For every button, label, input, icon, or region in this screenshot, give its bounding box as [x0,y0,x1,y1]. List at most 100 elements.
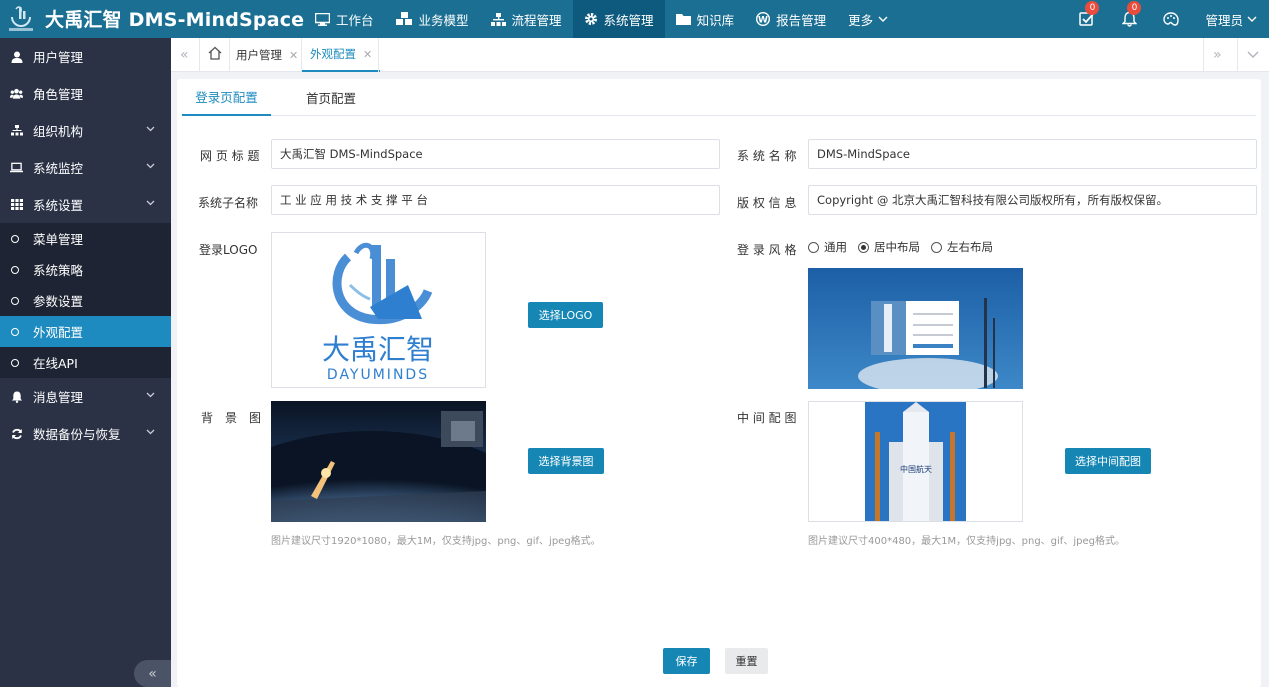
login-style-radio-group: 通用 居中布局 左右布局 [808,239,1004,255]
nav-label: 报告管理 [776,12,827,28]
sidebar-item-organization[interactable]: 组织机构 [0,112,171,149]
notify-badge: 0 [1127,1,1142,15]
radio-circle [931,241,942,253]
radio-style-general[interactable]: 通用 [808,239,847,255]
nav-more[interactable]: 更多 [837,0,899,38]
logo-brand-text: 大禹汇智 [322,333,434,366]
rocket-image: 中国航天 [865,402,966,521]
chevron-down-icon [146,392,155,398]
nav-business-model[interactable]: 业务模型 [385,0,480,38]
user-name: 管理员 [1205,12,1243,28]
sidebar-item-label: 系统设置 [33,198,84,213]
tab-label: 用户管理 [236,48,282,62]
tab-user-management[interactable]: 用户管理 ✕ [236,38,298,72]
subtitle-input[interactable]: 工 业 应 用 技 术 支 撑 平 台 [271,185,720,215]
sidebar-subitem-menu[interactable]: 菜单管理 [0,223,171,254]
user-icon [10,50,23,63]
sidebar-subitem-online-api[interactable]: 在线API [0,347,171,378]
laptop-icon [10,161,23,174]
sidebar-item-label: 数据备份与恢复 [33,427,121,442]
sidebar-item-user-management[interactable]: 用户管理 [0,38,171,75]
sidebar-subitem-policy[interactable]: 系统策略 [0,254,171,285]
background-label: 背 景 图 [201,411,262,425]
system-name-input[interactable]: DMS-MindSpace [808,139,1257,169]
folder-icon [675,14,691,25]
sidebar-subitem-appearance[interactable]: 外观配置 [0,316,171,347]
nav-label: 业务模型 [418,12,469,28]
chevron-down-icon [146,163,155,169]
nav-label: 更多 [848,12,874,28]
tab-label: 外观配置 [310,47,356,61]
login-logo-label: 登录LOGO [199,243,258,257]
background-hint: 图片建议尺寸1920*1080，最大1M，仅支持jpg、png、gif、jpeg… [271,536,601,547]
radio-style-left-right[interactable]: 左右布局 [931,239,993,255]
home-icon[interactable] [208,46,222,60]
choose-middle-image-button[interactable]: 选择中间配图 [1065,448,1151,474]
nav-workbench[interactable]: 工作台 [304,0,385,38]
chevron-down-icon [146,126,155,132]
nav-process[interactable]: 流程管理 [480,0,573,38]
close-icon[interactable]: ✕ [363,48,372,61]
choose-logo-button[interactable]: 选择LOGO [528,302,603,328]
nav-report[interactable]: W 报告管理 [745,0,837,38]
copyright-label: 版 权 信 息 [737,196,797,210]
middle-image-preview: 中国航天 [808,401,1023,522]
logo-en-text: DAYUMINDS [327,367,429,383]
gear-icon [584,13,597,25]
sidebar-item-role-management[interactable]: 角色管理 [0,75,171,112]
sidebar-item-label: 消息管理 [33,390,84,405]
sitemap-icon [10,124,23,137]
rocket-label: 中国航天 [900,464,932,474]
sidebar-item-label: 角色管理 [33,87,84,102]
login-preview-image [808,268,1023,389]
subtab-home-page[interactable]: 首页配置 [291,79,371,116]
close-icon[interactable]: ✕ [289,49,298,62]
tab-separator [1203,38,1204,72]
sidebar-item-system-monitor[interactable]: 系统监控 [0,149,171,186]
tasks-button[interactable]: 0 [1075,1,1100,31]
sidebar-item-system-settings[interactable]: 系统设置 [0,186,171,223]
sidebar-item-messages[interactable]: 消息管理 [0,378,171,415]
palette-icon [1163,12,1180,26]
circle-icon [11,358,19,367]
brand-logo-icon [9,6,33,31]
nav-label: 知识库 [696,12,735,28]
tabs-scroll-left-icon[interactable]: « [180,47,189,63]
radio-circle [808,241,819,253]
copyright-input[interactable]: Copyright @ 北京大禹汇智科技有限公司版权所有，所有版权保留。 [808,185,1257,215]
web-title-input[interactable]: 大禹汇智 DMS-MindSpace [271,139,720,169]
sidebar-subitem-label: 菜单管理 [33,232,84,247]
app-title: 大禹汇智 DMS-MindSpace [45,9,305,31]
sidebar-subitem-label: 参数设置 [33,294,84,309]
tab-appearance[interactable]: 外观配置 ✕ [302,38,381,72]
theme-button[interactable] [1159,7,1183,31]
subtitle-label: 系统子名称 [198,196,259,210]
nav-system-management[interactable]: 系统管理 [572,0,665,38]
middle-image-hint: 图片建议尺寸400*480，最大1M，仅支持jpg、png、gif、jpeg格式… [808,536,1125,547]
bell-icon [10,390,23,403]
login-style-preview [808,268,1023,389]
user-menu[interactable]: 管理员 [1205,10,1257,29]
system-name-label: 系 统 名 称 [737,149,797,163]
logo-preview: 大禹汇智 DAYUMINDS [271,232,486,388]
wordpress-icon: W [756,12,771,26]
chevron-down-icon[interactable] [1247,51,1259,59]
sitemap-icon [490,12,506,26]
reset-button[interactable]: 重置 [725,648,768,674]
sidebar-subitem-label: 系统策略 [33,263,84,278]
sidebar-subitem-params[interactable]: 参数设置 [0,285,171,316]
middle-image-label: 中 间 配 图 [737,411,797,425]
tabs-scroll-right-icon[interactable]: » [1213,47,1222,63]
monitor-icon [315,12,330,26]
subtab-login-page[interactable]: 登录页配置 [182,79,271,116]
sidebar-subitem-label: 在线API [33,356,78,371]
sidebar-item-backup[interactable]: 数据备份与恢复 [0,415,171,452]
choose-background-button[interactable]: 选择背景图 [528,448,604,474]
radio-circle-selected [858,241,869,253]
circle-icon [11,265,19,274]
radio-style-center[interactable]: 居中布局 [858,239,920,255]
save-button[interactable]: 保存 [663,648,710,674]
sidebar-collapse-button[interactable]: « [134,660,171,687]
nav-knowledge[interactable]: 知识库 [665,0,746,38]
notifications-button[interactable]: 0 [1117,1,1142,31]
